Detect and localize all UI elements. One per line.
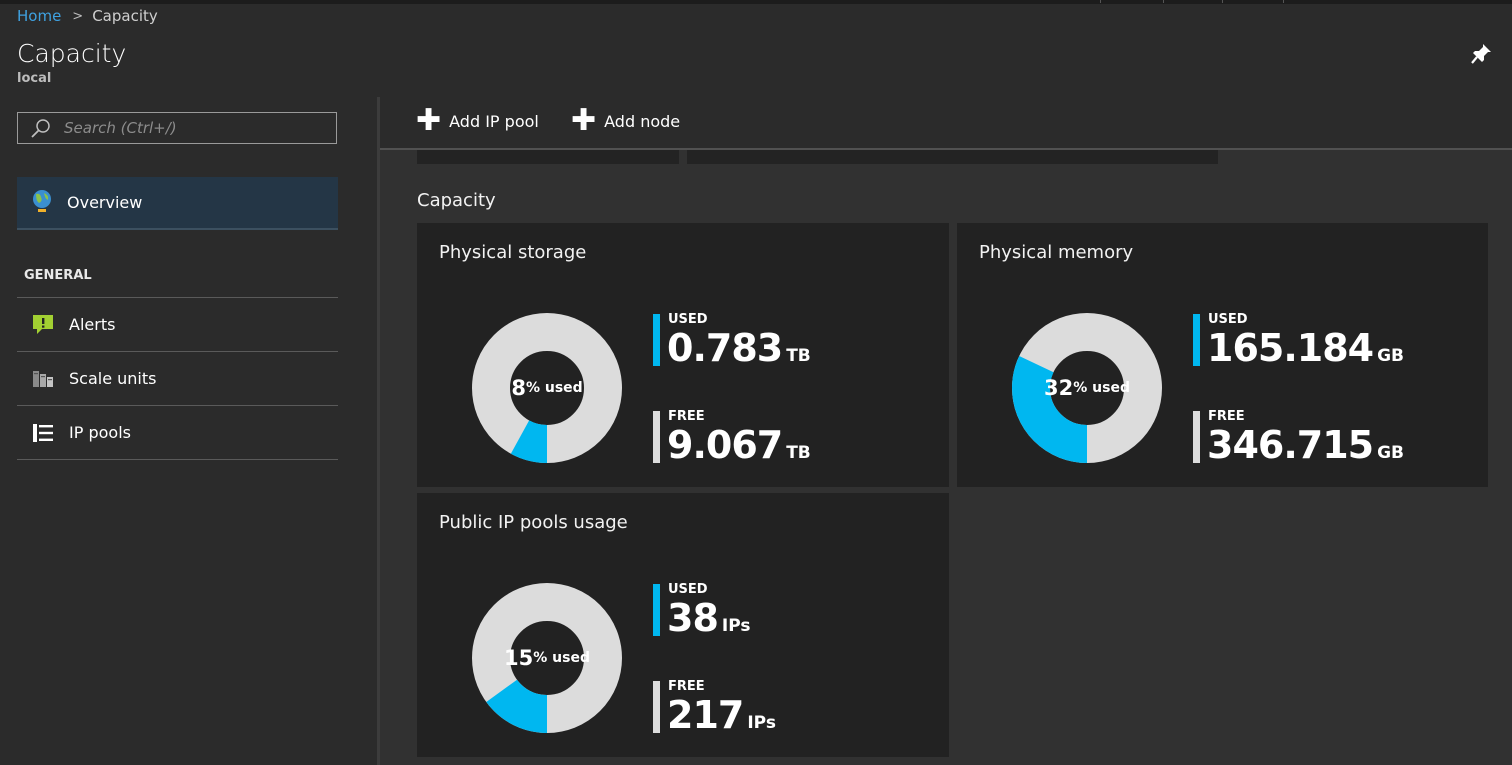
card-title: Physical memory — [979, 242, 1134, 263]
search-input[interactable] — [62, 118, 316, 138]
used-caption: USED — [668, 312, 708, 327]
used-value: 0.783 — [667, 326, 783, 370]
alert-icon — [31, 314, 55, 336]
used-value: 165.184 — [1207, 326, 1374, 370]
chevron-right-icon: > — [72, 8, 84, 24]
breadcrumb: Home > Capacity — [17, 7, 158, 25]
used-caption: USED — [668, 582, 708, 597]
free-caption: FREE — [1208, 409, 1245, 424]
sidebar-item-label: Alerts — [69, 315, 116, 334]
free-indicator-bar — [653, 411, 660, 463]
top-divider — [1222, 0, 1223, 3]
search-box[interactable] — [17, 112, 337, 144]
pin-icon[interactable] — [1469, 42, 1493, 66]
sidebar-item-label: IP pools — [69, 423, 131, 442]
public-ip-pools-card[interactable]: Public IP pools usage 15% used USED 38 IP… — [417, 493, 949, 757]
card-title: Physical storage — [439, 242, 587, 263]
sidebar-nav: Alerts Scale units IP pools — [17, 297, 338, 460]
top-divider — [1163, 0, 1164, 3]
free-indicator-bar — [653, 681, 660, 733]
free-caption: FREE — [668, 679, 705, 694]
breadcrumb-current: Capacity — [92, 7, 158, 25]
physical-storage-card[interactable]: Physical storage 8% used USED 0.783 TB FR… — [417, 223, 949, 487]
free-indicator-bar — [1193, 411, 1200, 463]
scale-units-icon — [31, 369, 55, 389]
percent-suffix: % used — [1073, 380, 1130, 396]
sidebar-item-scale-units[interactable]: Scale units — [17, 351, 338, 405]
percent-used-label: 32% used — [1012, 313, 1162, 463]
sidebar-item-alerts[interactable]: Alerts — [17, 297, 338, 351]
capacity-section-title: Capacity — [417, 190, 496, 211]
top-divider — [1100, 0, 1101, 3]
percent-value: 32 — [1044, 376, 1074, 400]
percent-value: 8 — [511, 376, 526, 400]
sidebar-item-label: Scale units — [69, 369, 157, 388]
free-unit: IPs — [747, 713, 776, 733]
command-bar: ✚ Add IP pool ✚ Add node — [380, 97, 1512, 150]
tile-stub — [687, 150, 1218, 164]
percent-suffix: % used — [533, 650, 590, 666]
percent-used-label: 8% used — [472, 313, 622, 463]
ip-pools-icon — [31, 423, 55, 443]
free-unit: TB — [786, 443, 811, 463]
free-value: 346.715 — [1207, 423, 1374, 467]
used-unit: TB — [786, 346, 811, 366]
sidebar-item-label: Overview — [67, 193, 143, 212]
add-ip-pool-label: Add IP pool — [449, 111, 539, 131]
physical-memory-card[interactable]: Physical memory 32% used USED 165.184 GB … — [957, 223, 1488, 487]
add-ip-pool-button[interactable]: ✚ Add IP pool — [416, 103, 539, 138]
sidebar-item-ip-pools[interactable]: IP pools — [17, 405, 338, 460]
top-bar — [0, 0, 1512, 4]
plus-icon: ✚ — [571, 103, 597, 138]
free-value: 217 — [667, 693, 744, 737]
percent-used-label: 15% used — [472, 583, 622, 733]
free-unit: GB — [1377, 443, 1404, 463]
sidebar-section-heading: GENERAL — [24, 268, 92, 283]
used-indicator-bar — [653, 314, 660, 366]
percent-suffix: % used — [525, 380, 583, 396]
globe-icon — [31, 189, 53, 217]
tile-stub — [417, 150, 679, 164]
percent-value: 15 — [504, 646, 534, 670]
breadcrumb-home-link[interactable]: Home — [17, 7, 61, 25]
page-title: Capacity — [17, 39, 127, 68]
used-indicator-bar — [653, 584, 660, 636]
used-unit: IPs — [721, 616, 751, 636]
free-caption: FREE — [668, 409, 705, 424]
main-content: ✚ Add IP pool ✚ Add node Capacity Physic… — [380, 97, 1512, 765]
plus-icon: ✚ — [416, 103, 442, 138]
used-unit: GB — [1377, 346, 1404, 366]
sidebar-item-overview[interactable]: Overview — [17, 177, 338, 230]
used-caption: USED — [1208, 312, 1248, 327]
top-divider — [1283, 0, 1284, 3]
add-node-button[interactable]: ✚ Add node — [571, 103, 681, 138]
used-value: 38 — [667, 596, 719, 640]
free-value: 9.067 — [667, 423, 783, 467]
search-icon — [31, 119, 50, 138]
card-title: Public IP pools usage — [439, 512, 628, 533]
used-indicator-bar — [1193, 314, 1200, 366]
page-subtitle: local — [17, 71, 52, 86]
add-node-label: Add node — [604, 111, 681, 131]
